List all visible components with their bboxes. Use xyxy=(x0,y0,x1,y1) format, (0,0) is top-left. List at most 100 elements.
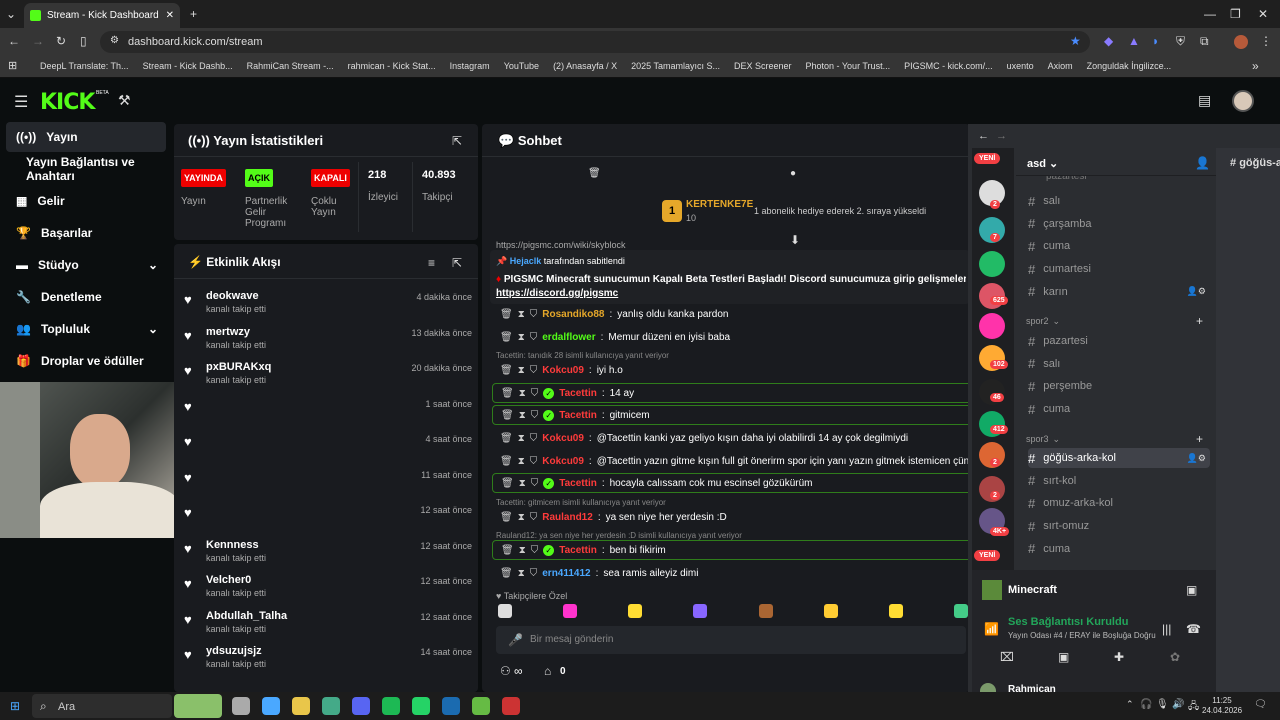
clock[interactable]: 11:25 24.04.2026 xyxy=(1202,696,1242,716)
bookmark-item[interactable]: (2) Anasayfa / X xyxy=(553,61,617,73)
taskbar-app-icon[interactable] xyxy=(502,697,520,715)
timeout-icon[interactable]: ⧗ xyxy=(519,410,526,421)
sidebar-item-denetleme[interactable]: 🔧 Denetleme xyxy=(6,282,166,312)
chat-username[interactable]: Rauland12 xyxy=(542,512,593,523)
delete-icon[interactable]: 🗑 xyxy=(500,309,513,320)
timeout-icon[interactable]: ⧗ xyxy=(518,332,525,343)
chat-username[interactable]: Tacettin xyxy=(559,545,597,556)
bookmark-item[interactable]: DeepL Translate: Th... xyxy=(40,61,129,73)
channel-item[interactable]: # cuma xyxy=(1028,399,1210,419)
emote-icon[interactable] xyxy=(563,604,578,618)
windows-start-icon[interactable]: ⊞ xyxy=(10,699,20,713)
follower-name[interactable]: Velcher0 xyxy=(206,574,251,586)
delete-icon[interactable]: 🗑 xyxy=(501,388,514,399)
gift-user[interactable]: KERTENKE7E xyxy=(686,199,753,210)
apps-grid-icon[interactable]: ⊞ xyxy=(8,59,17,72)
follower-name[interactable]: Kennness xyxy=(206,539,259,551)
filter-icon[interactable]: ≡ xyxy=(428,256,435,270)
discord-back-icon[interactable]: ← xyxy=(978,130,989,142)
mic-tray-icon[interactable]: 🎙 xyxy=(1156,699,1169,710)
sidebar-item-topluluk[interactable]: 👥 Topluluk ⌄ xyxy=(6,314,166,344)
taskbar-app-icon[interactable] xyxy=(382,697,400,715)
noise-icon[interactable]: ||| xyxy=(1162,622,1171,636)
channel-item[interactable]: # göğüs-arka-kol 👤⚙ xyxy=(1028,448,1210,468)
bookmarks-more-icon[interactable]: » xyxy=(1252,59,1259,73)
timeout-icon[interactable]: ⧗ xyxy=(519,478,526,489)
discord-username[interactable]: Rahmican xyxy=(1008,684,1056,692)
weather-widget[interactable] xyxy=(174,694,222,718)
bookmark-item[interactable]: RahmiCan Stream -... xyxy=(247,61,334,73)
emote-icon[interactable] xyxy=(628,604,643,618)
popout-icon[interactable]: ⇱ xyxy=(452,256,462,270)
add-channel-icon[interactable]: + xyxy=(1196,314,1203,328)
category-spor2[interactable]: spor2 ⌄ xyxy=(1026,316,1060,327)
timeout-icon[interactable]: ⧗ xyxy=(518,309,525,320)
activities-icon[interactable]: ✚ xyxy=(1114,650,1124,664)
headset-icon[interactable]: 🎧 xyxy=(1140,699,1152,710)
restore-icon[interactable]: ❐ xyxy=(1230,7,1241,21)
bookmark-item[interactable]: YouTube xyxy=(504,61,539,73)
users-icon[interactable]: ⚇ xyxy=(500,664,511,678)
timeout-icon[interactable]: ⧗ xyxy=(519,388,526,399)
channel-item[interactable]: # pazartesi xyxy=(1028,331,1210,351)
reload-icon[interactable]: ↻ xyxy=(56,34,66,48)
channel-item[interactable]: # sırt-kol xyxy=(1028,471,1210,491)
channel-item[interactable]: # karın 👤⚙ xyxy=(1028,282,1210,302)
mic-icon[interactable]: 🎤 xyxy=(508,633,523,647)
bookmark-item[interactable]: DEX Screener xyxy=(734,61,792,73)
tab-search-icon[interactable]: ⌄ xyxy=(6,7,16,21)
taskbar-app-icon[interactable] xyxy=(412,697,430,715)
bookmark-item[interactable]: Photon - Your Trust... xyxy=(806,61,891,73)
delete-icon[interactable]: 🗑 xyxy=(500,568,513,579)
browser-tab[interactable]: Stream - Kick Dashboard ✕ xyxy=(24,3,180,28)
channel-item[interactable]: # sırt-omuz xyxy=(1028,516,1210,536)
server-icon[interactable] xyxy=(979,251,1005,277)
bookmark-item[interactable]: Stream - Kick Dashb... xyxy=(143,61,233,73)
user-avatar[interactable] xyxy=(1232,90,1254,112)
sidebar-item-studyo[interactable]: ▬ Stüdyo ⌄ xyxy=(6,250,166,280)
delete-icon[interactable]: 🗑 xyxy=(500,365,513,376)
chat-username[interactable]: Tacettin xyxy=(559,388,597,399)
hammer-icon[interactable]: ⚒ xyxy=(118,92,131,109)
trash-icon[interactable]: 🗑 xyxy=(588,168,601,179)
follower-name[interactable]: pxBURAKxq xyxy=(206,361,271,373)
store-icon[interactable]: ⌂ xyxy=(544,664,551,678)
minimize-icon[interactable]: — xyxy=(1204,7,1216,21)
chat-icon[interactable]: ● xyxy=(790,168,796,179)
delete-icon[interactable]: 🗑 xyxy=(501,545,514,556)
sidebar-item-gelir[interactable]: ▦ Gelir xyxy=(6,186,166,216)
channel-item[interactable]: # salı xyxy=(1028,354,1210,374)
tab-close-icon[interactable]: ✕ xyxy=(166,10,174,21)
channel-item[interactable]: # perşembe xyxy=(1028,376,1210,396)
follower-name[interactable]: deokwave xyxy=(206,290,259,302)
server-icon[interactable] xyxy=(979,313,1005,339)
bookmark-item[interactable]: 2025 Tamamlayıcı S... xyxy=(631,61,720,73)
timeout-icon[interactable]: ⧗ xyxy=(519,545,526,556)
delete-icon[interactable]: 🗑 xyxy=(500,512,513,523)
add-channel-icon[interactable]: + xyxy=(1196,432,1203,446)
screen-share-icon[interactable]: ▣ xyxy=(1058,650,1069,664)
pinned-link[interactable]: https://discord.gg/pigsmc xyxy=(496,288,618,299)
taskbar-app-icon[interactable] xyxy=(262,697,280,715)
bookmark-item[interactable]: rahmican - Kick Stat... xyxy=(348,61,436,73)
channel-item[interactable]: # cuma xyxy=(1028,236,1210,256)
taskbar-app-icon[interactable] xyxy=(442,697,460,715)
channel-settings-icon[interactable]: 👤⚙ xyxy=(1187,286,1206,297)
taskbar-app-icon[interactable] xyxy=(322,697,340,715)
timeout-icon[interactable]: ⧗ xyxy=(518,365,525,376)
channel-item[interactable]: # cumartesi xyxy=(1028,259,1210,279)
follower-name[interactable]: mertwzy xyxy=(206,326,250,338)
camera-off-icon[interactable]: ⌧ xyxy=(1000,650,1014,664)
follower-name[interactable]: ydsuzujsjz xyxy=(206,645,262,657)
taskbar-app-icon[interactable] xyxy=(232,697,250,715)
sidebar-item-droplar[interactable]: 🎁 Droplar ve ödüller xyxy=(6,346,166,376)
emote-icon[interactable] xyxy=(693,604,708,618)
bookmark-item[interactable]: PIGSMC - kick.com/... xyxy=(904,61,993,73)
server-name[interactable]: asd ⌄ xyxy=(1027,157,1058,170)
delete-icon[interactable]: 🗑 xyxy=(500,332,513,343)
chat-username[interactable]: Kokcu09 xyxy=(542,433,584,444)
sidebar-item-basarilar[interactable]: 🏆 Başarılar xyxy=(6,218,166,248)
taskbar-app-icon[interactable] xyxy=(352,697,370,715)
delete-icon[interactable]: 🗑 xyxy=(501,478,514,489)
chat-username[interactable]: ern411412 xyxy=(542,568,590,579)
